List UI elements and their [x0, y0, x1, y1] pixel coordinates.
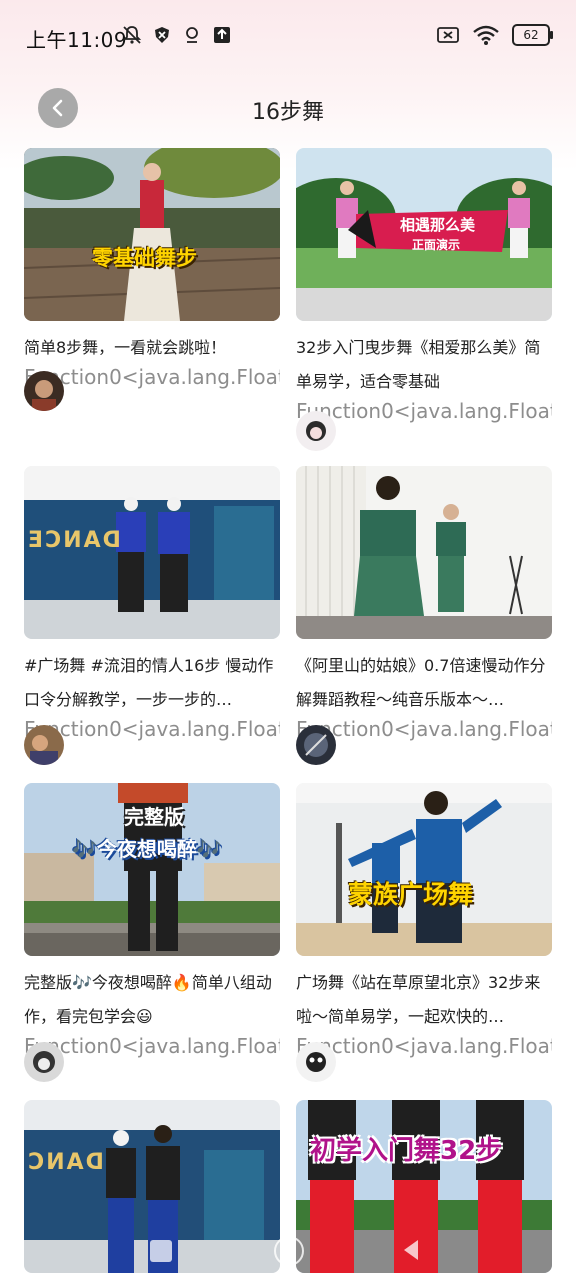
sim-disabled-icon	[437, 27, 459, 43]
video-thumbnail[interactable]: 完整版 🎶今夜想喝醉🎶	[24, 783, 280, 956]
video-thumbnail-image	[296, 783, 552, 956]
author-avatar[interactable]	[296, 1042, 336, 1082]
location-pin-icon	[186, 27, 198, 43]
video-thumbnail[interactable]: 相遇那么美 正面演示	[296, 148, 552, 321]
video-card[interactable]: 蒙族广场舞 广场舞《站在草原望北京》32步来啦～简单易学，一起欢快的… Func…	[296, 783, 552, 1084]
video-title: 完整版🎶今夜想喝醉🔥简单八组动作，看完包学会😃	[24, 973, 272, 1026]
thumbnail-caption: DANC	[26, 1150, 104, 1175]
video-title: 32步入门曳步舞《相爱那么美》简单易学，适合零基础	[296, 338, 541, 391]
thumbnail-caption: DANCE	[26, 528, 121, 553]
video-card[interactable]: 《阿里山的姑娘》0.7倍速慢动作分解舞蹈教程～纯音乐版本～… Function0…	[296, 466, 552, 767]
status-bar: 上午11:09 62	[0, 0, 576, 72]
author-row: Function0<java.lang.Float	[296, 1034, 552, 1084]
thumbnail-caption: 相遇那么美	[400, 216, 476, 234]
video-thumbnail-image	[296, 466, 552, 639]
thumbnail-caption: 完整版	[124, 805, 184, 829]
shield-icon	[155, 27, 169, 43]
author-row: Function0<java.lang.Float	[24, 1034, 280, 1084]
video-title: 《阿里山的姑娘》0.7倍速慢动作分解舞蹈教程～纯音乐版本～…	[296, 656, 546, 709]
video-card[interactable]: DANCE #广场舞 #流泪的情人16步 慢动作口令分解教学，一步一步的… Fu…	[24, 466, 280, 767]
home-button[interactable]	[274, 1236, 304, 1266]
video-title: #广场舞 #流泪的情人16步 慢动作口令分解教学，一步一步的…	[24, 656, 274, 709]
recent-apps-button[interactable]	[150, 1240, 172, 1262]
video-card[interactable]: 完整版 🎶今夜想喝醉🎶 完整版🎶今夜想喝醉🔥简单八组动作，看完包学会😃 Func…	[24, 783, 280, 1084]
author-name: Function0<java.lang.Float	[296, 399, 552, 423]
back-triangle-icon[interactable]	[400, 1238, 422, 1262]
status-notification-icons	[122, 25, 232, 45]
status-system-icons: 62	[436, 24, 553, 46]
video-thumbnail-image	[24, 148, 280, 321]
mute-bell-icon	[122, 26, 142, 44]
video-thumbnail[interactable]: DANCE	[24, 466, 280, 639]
video-thumbnail[interactable]: 零基础舞步	[24, 148, 280, 321]
author-avatar[interactable]	[296, 725, 336, 765]
top-bar: 16步舞	[0, 82, 576, 136]
author-row: Function0<java.lang.Float	[24, 717, 280, 767]
author-row: Function0<java.lang.Float	[296, 399, 552, 451]
author-avatar[interactable]	[24, 371, 64, 411]
author-row: Function0<java.lang.Float	[24, 365, 280, 415]
video-title: 简单8步舞，一看就会跳啦！	[24, 338, 227, 357]
status-time: 上午11:09	[26, 28, 128, 52]
author-avatar[interactable]	[296, 411, 336, 451]
video-card[interactable]: 相遇那么美 正面演示 32步入门曳步舞《相爱那么美》简单易学，适合零基础 Fun…	[296, 148, 552, 451]
thumbnail-caption: 初学入门舞32步	[310, 1136, 503, 1166]
video-thumbnail[interactable]: 蒙族广场舞	[296, 783, 552, 956]
thumbnail-caption: 蒙族广场舞	[348, 880, 474, 909]
thumbnail-subcaption: 🎶今夜想喝醉🎶	[72, 837, 222, 861]
author-row: Function0<java.lang.Float	[296, 717, 552, 767]
author-avatar[interactable]	[24, 1042, 64, 1082]
video-card[interactable]: 零基础舞步 简单8步舞，一看就会跳啦！ Function0<java.lang.…	[24, 148, 280, 415]
page-title: 16步舞	[252, 100, 324, 125]
wifi-icon	[473, 25, 499, 45]
upload-icon	[214, 27, 230, 43]
video-thumbnail[interactable]	[296, 466, 552, 639]
thumbnail-caption: 零基础舞步	[92, 246, 197, 270]
battery-indicator: 62	[512, 24, 553, 46]
author-avatar[interactable]	[24, 725, 64, 765]
thumbnail-subcaption: 正面演示	[412, 238, 461, 252]
video-title: 广场舞《站在草原望北京》32步来啦～简单易学，一起欢快的…	[296, 973, 541, 1026]
system-navigation-bar	[0, 1230, 576, 1280]
